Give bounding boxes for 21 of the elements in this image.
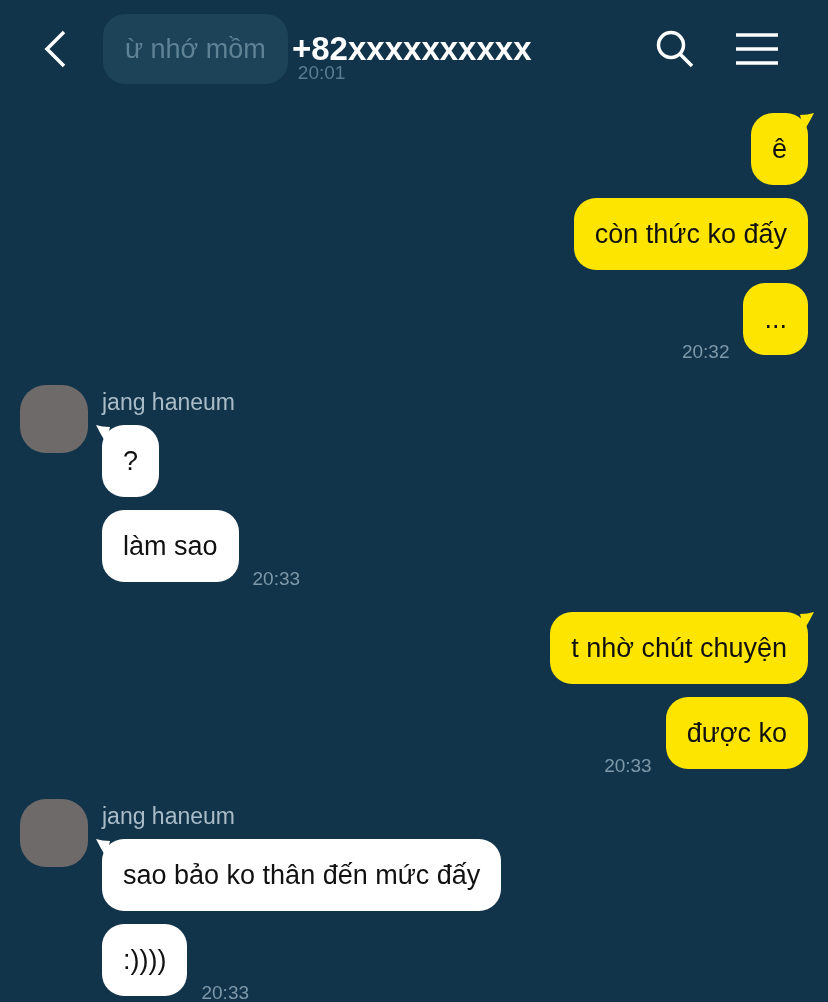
message-bubble: được ko <box>665 697 808 769</box>
message-bubble: làm sao <box>102 510 239 582</box>
message-bubble: ? <box>102 425 160 497</box>
message-bubble: ừ nhớ mồm <box>103 14 288 84</box>
message-bubble: ê <box>750 113 808 185</box>
avatar-photo-placeholder[interactable] <box>20 385 88 453</box>
search-icon[interactable] <box>656 30 694 68</box>
message-bubble: còn thức ko đấy <box>573 198 808 270</box>
message-time: 20:33 <box>252 568 301 590</box>
message-time: 20:33 <box>201 982 249 1002</box>
message-bubble: :)))) <box>102 924 188 996</box>
menu-icon[interactable] <box>736 33 778 65</box>
sender-name: jang haneum <box>102 803 235 830</box>
message-bubble: ... <box>743 283 808 355</box>
avatar-photo-placeholder[interactable] <box>20 799 88 867</box>
message-time: 20:33 <box>604 755 652 777</box>
message-bubble: t nhờ chút chuyện <box>550 612 808 684</box>
sender-name: jang haneum <box>102 389 235 416</box>
message-time: 20:32 <box>681 341 730 363</box>
back-icon[interactable] <box>43 30 67 68</box>
message-bubble: sao bảo ko thân đến mức đấy <box>102 839 502 911</box>
